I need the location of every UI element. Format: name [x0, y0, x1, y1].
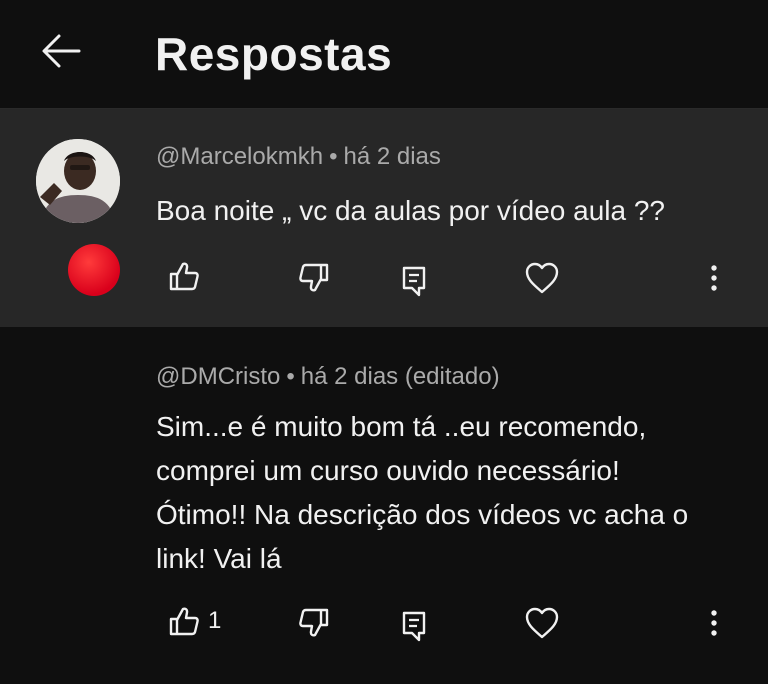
avatar-photo-icon — [36, 139, 120, 223]
reply-like-count: 1 — [208, 607, 222, 634]
thumbs-up-icon — [169, 262, 199, 291]
reply-heart-button[interactable] — [520, 601, 564, 645]
heart-icon — [525, 607, 559, 639]
reply-reply-button[interactable] — [392, 604, 436, 648]
comment-text: Boa noite „ vc da aulas por vídeo aula ?… — [156, 195, 666, 226]
reply-like-button[interactable] — [162, 599, 206, 643]
app-header: Respostas — [0, 0, 768, 109]
avatar[interactable] — [36, 139, 120, 223]
reply-meta: @DMCristo • há 2 dias (editado) — [156, 363, 500, 391]
thumbs-up-icon — [169, 607, 199, 636]
reply-more-options-button[interactable] — [700, 601, 728, 645]
comment-time: há 2 dias — [343, 143, 441, 170]
reply-avatar[interactable] — [68, 244, 120, 296]
more-options-button[interactable] — [700, 256, 728, 300]
reply-icon — [402, 266, 426, 297]
reply-text-line: link! Vai lá — [156, 543, 282, 574]
back-button[interactable] — [38, 28, 84, 74]
thumbs-down-icon — [299, 263, 329, 292]
comment-author[interactable]: @Marcelokmkh — [156, 143, 323, 170]
reply-time: há 2 dias (editado) — [300, 363, 500, 390]
heart-button[interactable] — [520, 256, 564, 300]
page-title: Respostas — [155, 28, 393, 80]
reply-dislike-button[interactable] — [292, 601, 336, 645]
meta-separator: • — [329, 143, 338, 170]
back-arrow-icon — [42, 34, 81, 68]
reply-text-line: Ótimo!! Na descrição dos vídeos vc acha … — [156, 499, 689, 530]
reply-author[interactable]: @DMCristo — [156, 363, 280, 390]
highlighted-comment: @Marcelokmkh • há 2 dias Boa noite „ vc da… — [0, 109, 768, 327]
thumbs-down-icon — [299, 608, 329, 637]
more-vert-icon — [711, 265, 717, 291]
like-button[interactable] — [162, 254, 206, 298]
reply-text-line: Sim...e é muito bom tá ..eu recomendo, — [156, 411, 647, 442]
meta-separator: • — [286, 363, 295, 390]
comment-meta: @Marcelokmkh • há 2 dias — [156, 143, 441, 171]
dislike-button[interactable] — [292, 256, 336, 300]
more-vert-icon — [711, 610, 717, 636]
reply-text-line: comprei um curso ouvido necessário! — [156, 455, 620, 486]
heart-icon — [525, 262, 559, 294]
reply-icon — [402, 611, 426, 642]
reply-button[interactable] — [392, 259, 436, 303]
reply-text: Sim...e é muito bom tá ..eu recomendo, c… — [156, 405, 688, 581]
